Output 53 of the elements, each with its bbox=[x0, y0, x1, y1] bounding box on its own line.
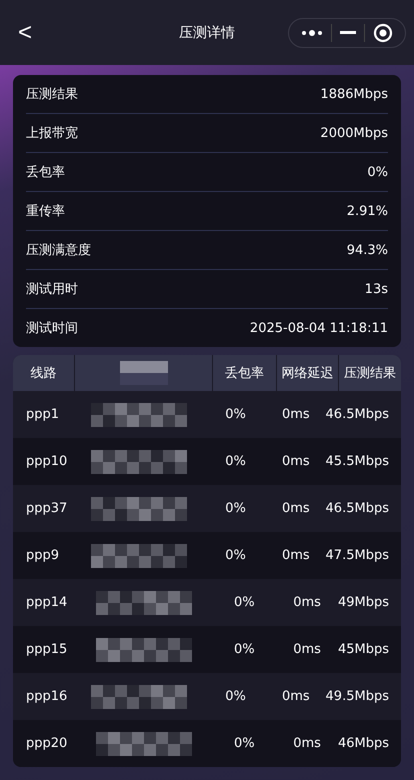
table-cell-text: 0ms bbox=[281, 407, 311, 422]
summary-label: 测试用时 bbox=[26, 281, 78, 298]
summary-label: 丢包率 bbox=[26, 164, 65, 181]
page-title: 压测详情 bbox=[179, 24, 235, 42]
table-cell-text: 0ms bbox=[281, 548, 311, 563]
summary-value: 94.3% bbox=[346, 242, 388, 258]
summary-label: 重传率 bbox=[26, 203, 65, 220]
more-icon[interactable] bbox=[301, 28, 323, 36]
summary-label: 压测满意度 bbox=[26, 242, 91, 259]
close-icon[interactable] bbox=[373, 22, 393, 42]
table-cell-text: ppp37 bbox=[25, 501, 68, 516]
table-cell-text: 49Mbps bbox=[338, 595, 390, 610]
summary-value: 1886Mbps bbox=[320, 86, 388, 102]
table-cell-text: ppp9 bbox=[25, 548, 60, 563]
back-button[interactable]: < bbox=[12, 18, 38, 46]
summary-value: 0% bbox=[367, 164, 388, 180]
table-cell-text: 0% bbox=[224, 689, 247, 704]
table-cell-text: 46.5Mbps bbox=[326, 501, 390, 516]
table-cell-text: ppp15 bbox=[25, 642, 68, 657]
table-cell-text: ppp16 bbox=[25, 689, 68, 704]
table-cell-text: 0ms bbox=[292, 642, 322, 657]
summary-value: 2000Mbps bbox=[320, 126, 388, 140]
table-cell-text: 46Mbps bbox=[338, 736, 390, 751]
table-cell-text: 45Mbps bbox=[338, 642, 390, 657]
minimize-icon[interactable] bbox=[340, 30, 356, 34]
table-cell-text: 47.5Mbps bbox=[326, 548, 390, 563]
pixelated-mosaic bbox=[120, 361, 168, 385]
summary-label: 上报带宽 bbox=[26, 125, 78, 142]
table-cell-text: 0ms bbox=[281, 501, 311, 516]
summary-value: 2.91% bbox=[346, 204, 388, 218]
summary-label: 压测结果 bbox=[26, 86, 78, 103]
summary-label: 测试时间 bbox=[26, 320, 78, 337]
table-cell-text: 0ms bbox=[292, 595, 322, 610]
table-cell-text: 46.5Mbps bbox=[326, 407, 390, 422]
table-cell-text: 49.5Mbps bbox=[326, 689, 390, 704]
table-cell-text: ppp10 bbox=[25, 454, 68, 469]
table-cell-text: 45.5Mbps bbox=[326, 454, 390, 469]
column-header: 压测结果 bbox=[343, 365, 397, 383]
table-cell-text: 0% bbox=[224, 501, 247, 516]
table-cell-text: ppp14 bbox=[25, 595, 68, 610]
table-cell-text: ppp1 bbox=[25, 407, 60, 422]
table-cell-text: 0ms bbox=[292, 736, 322, 751]
table-cell-text: 0% bbox=[232, 642, 256, 657]
summary-value: 2025-08-04 11:18:11 bbox=[250, 320, 388, 336]
summary-value: 13s bbox=[364, 282, 388, 296]
table-cell-text: 0ms bbox=[281, 689, 311, 704]
table-cell-text: 0% bbox=[224, 454, 247, 469]
table-cell-text: ppp20 bbox=[25, 736, 68, 751]
table-cell-text: 0ms bbox=[281, 454, 311, 469]
table-cell-text: 0% bbox=[232, 736, 256, 751]
table-cell-text: 0% bbox=[232, 595, 256, 610]
table-cell-text: 0% bbox=[224, 548, 247, 563]
table-cell-text: 0% bbox=[224, 407, 247, 422]
